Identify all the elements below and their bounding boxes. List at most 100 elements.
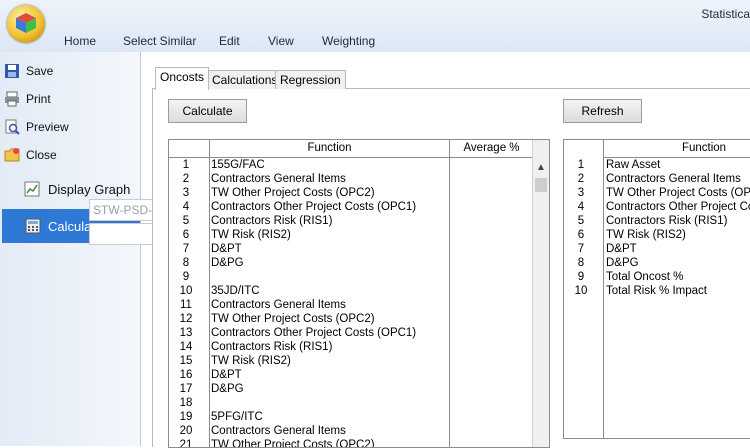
table-row[interactable]: 13 Contractors Other Project Costs (OPC1)	[169, 326, 549, 340]
sidebar-item-close[interactable]: Close	[4, 145, 57, 165]
row-function: TW Risk (RIS2)	[211, 229, 291, 241]
menu-home[interactable]: Home	[64, 34, 96, 48]
tab-regression[interactable]: Regression	[275, 70, 346, 89]
table-row[interactable]: 7 D&PT	[564, 242, 750, 256]
table-row[interactable]: 12 TW Other Project Costs (OPC2)	[169, 312, 549, 326]
window-title: Statistica	[701, 7, 750, 21]
table-row[interactable]: 8 D&PG	[169, 256, 549, 270]
row-number: 9	[577, 271, 585, 283]
save-icon	[5, 64, 19, 78]
row-number: 9	[182, 271, 190, 283]
row-function: 5PFG/ITC	[211, 411, 263, 423]
sidebar-item-display-graph[interactable]: Display Graph	[24, 179, 131, 199]
table-row[interactable]: 4 Contractors Other Project Costs (OPC1)	[169, 200, 549, 214]
row-number: 2	[182, 173, 190, 185]
row-number: 19	[179, 411, 193, 423]
results-grid[interactable]: Function 1 Raw Asset 2 Contractors General …	[563, 139, 750, 439]
row-number: 6	[577, 229, 585, 241]
sidebar-item-label: Calcula	[48, 219, 92, 234]
table-row[interactable]: 17 D&PG	[169, 382, 549, 396]
sidebar	[0, 52, 141, 446]
table-row[interactable]: 15 TW Risk (RIS2)	[169, 354, 549, 368]
row-function: Contractors Risk (RIS1)	[211, 215, 333, 227]
table-row[interactable]: 6 TW Risk (RIS2)	[564, 228, 750, 242]
row-function: Contractors Risk (RIS1)	[606, 215, 728, 227]
sidebar-item-print[interactable]: Print	[5, 89, 51, 109]
sidebar-item-label: Close	[26, 148, 57, 162]
sidebar-item-label: Save	[26, 64, 54, 78]
row-number: 6	[182, 229, 190, 241]
row-function: 155G/FAC	[211, 159, 265, 171]
sidebar-item-preview[interactable]: Preview	[5, 117, 69, 137]
row-function: Contractors Other Project Cost	[606, 201, 750, 213]
table-row[interactable]: 19 5PFG/ITC	[169, 410, 549, 424]
row-function: Total Risk % Impact	[606, 285, 707, 297]
row-number: 1	[182, 159, 190, 171]
app-orb-icon[interactable]	[7, 5, 45, 43]
row-number: 11	[180, 299, 192, 311]
table-row[interactable]: 4 Contractors Other Project Cost	[564, 200, 750, 214]
table-row[interactable]: 1 Raw Asset	[564, 158, 750, 172]
row-number: 2	[577, 173, 585, 185]
row-function: TW Risk (RIS2)	[211, 355, 291, 367]
table-row[interactable]: 7 D&PT	[169, 242, 549, 256]
menu-weighting[interactable]: Weighting	[322, 34, 375, 48]
row-number: 4	[577, 201, 585, 213]
table-row[interactable]: 18	[169, 396, 549, 410]
menu-view[interactable]: View	[268, 34, 294, 48]
row-number: 1	[577, 159, 585, 171]
menu-select-similar[interactable]: Select Similar	[123, 34, 196, 48]
table-row[interactable]: 5 Contractors Risk (RIS1)	[564, 214, 750, 228]
oncosts-grid[interactable]: Function Average % 1 155G/FAC 2 Contractors…	[168, 139, 550, 448]
row-function: D&PT	[211, 369, 242, 381]
row-function: D&PG	[606, 257, 639, 269]
table-row[interactable]: 9 Total Oncost %	[564, 270, 750, 284]
scroll-thumb[interactable]	[535, 178, 547, 192]
sidebar-item-label: Display Graph	[48, 181, 131, 197]
preview-icon	[5, 119, 20, 135]
graph-icon	[24, 181, 40, 197]
row-number: 16	[179, 369, 193, 381]
vertical-scrollbar[interactable]: ▲	[532, 140, 549, 447]
row-function: Contractors Other Project Costs (OPC1)	[211, 201, 417, 213]
table-row[interactable]: 14 Contractors Risk (RIS1)	[169, 340, 549, 354]
row-number: 4	[182, 201, 190, 213]
table-row[interactable]: 9	[169, 270, 549, 284]
folder-close-icon	[4, 148, 20, 162]
table-row[interactable]: 2 Contractors General Items	[169, 172, 549, 186]
row-number: 5	[577, 215, 585, 227]
tab-oncosts[interactable]: Oncosts	[155, 67, 210, 90]
row-function: D&PG	[211, 257, 244, 269]
tab-calculations[interactable]: Calculations	[207, 70, 283, 89]
table-row[interactable]: 10 Total Risk % Impact	[564, 284, 750, 298]
table-row[interactable]: 3 TW Other Project Costs (OPC2)	[169, 186, 549, 200]
table-row[interactable]: 3 TW Other Project Costs (OPC2	[564, 186, 750, 200]
table-row[interactable]: 20 Contractors General Items	[169, 424, 549, 438]
row-number: 21	[179, 439, 193, 448]
table-row[interactable]: 11 Contractors General Items	[169, 298, 549, 312]
refresh-button[interactable]: Refresh	[563, 99, 642, 123]
table-row[interactable]: 5 Contractors Risk (RIS1)	[169, 214, 549, 228]
table-row[interactable]: 10 35JD/ITC	[169, 284, 549, 298]
column-header-function: Function	[210, 140, 449, 158]
row-number: 10	[179, 285, 193, 297]
row-function: D&PT	[211, 243, 242, 255]
menu-edit[interactable]: Edit	[219, 34, 240, 48]
row-function: TW Other Project Costs (OPC2	[606, 187, 750, 199]
row-function: TW Risk (RIS2)	[606, 229, 686, 241]
row-function: 35JD/ITC	[211, 285, 260, 297]
row-function: TW Other Project Costs (OPC2)	[211, 187, 375, 199]
table-row[interactable]: 1 155G/FAC	[169, 158, 549, 172]
table-row[interactable]: 21 TW Other Project Costs (OPC2)	[169, 438, 549, 448]
table-row[interactable]: 2 Contractors General Items	[564, 172, 750, 186]
column-header-average: Average %	[450, 140, 533, 158]
row-number: 5	[182, 215, 190, 227]
table-row[interactable]: 8 D&PG	[564, 256, 750, 270]
table-row[interactable]: 6 TW Risk (RIS2)	[169, 228, 549, 242]
row-number: 17	[179, 383, 193, 395]
table-row[interactable]: 16 D&PT	[169, 368, 549, 382]
sidebar-item-save[interactable]: Save	[5, 61, 54, 81]
row-number: 7	[182, 243, 190, 255]
scroll-up-icon[interactable]: ▲	[536, 162, 546, 173]
calculate-button[interactable]: Calculate	[168, 99, 247, 123]
